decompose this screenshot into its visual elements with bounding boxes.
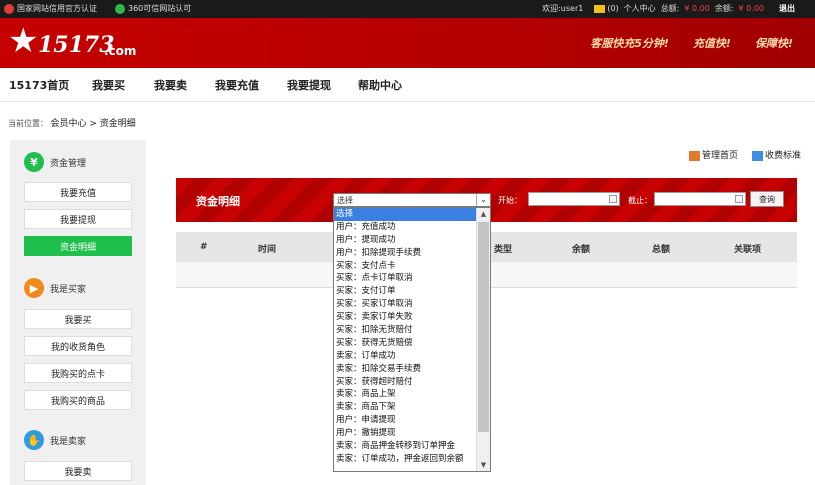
nav-buy[interactable]: 我要买 [92, 77, 125, 93]
dropdown-option[interactable]: 卖家：商品押金转移到订单押金 [334, 440, 476, 453]
scroll-down-icon[interactable]: ▼ [477, 459, 490, 471]
handshake-icon: ✋ [24, 430, 44, 450]
mail-icon [594, 4, 606, 13]
sidebar-item-receive-role[interactable]: 我的收货角色 [24, 336, 132, 356]
dropdown-option[interactable]: 卖家：订单成功，押金返回到余额 [334, 453, 476, 466]
header-slogans: 客服快充5分钟! 充值快! 保障快! [590, 35, 793, 51]
welcome-user: 欢迎:user1 [542, 4, 584, 13]
sidebar-section-funds: ¥ 资金管理 [24, 152, 86, 172]
site-logo[interactable]: ★ 15173 .com [8, 22, 138, 64]
type-select-value: 选择 [337, 196, 353, 205]
trusted-site-badge[interactable]: 360可信网站认可 [115, 3, 191, 14]
dropdown-options: 选择 用户：充值成功 用户：提现成功 用户：扣除提现手续费 买家：支付点卡 买家：点卡订单… [334, 208, 476, 466]
dropdown-option[interactable]: 买家：获得超时赔付 [334, 376, 476, 389]
dropdown-option[interactable]: 卖家：扣除交易手续费 [334, 363, 476, 376]
calendar-icon[interactable] [609, 195, 617, 203]
nav-help[interactable]: 帮助中心 [358, 77, 402, 93]
chevron-down-icon[interactable]: ⌄ [476, 194, 490, 206]
breadcrumb: 当前位置： 会员中心 > 资金明细 [8, 116, 136, 129]
star-logo-icon: ★ [8, 21, 39, 61]
mail-link[interactable]: (0) [594, 4, 619, 13]
dropdown-option[interactable]: 用户：充值成功 [334, 221, 476, 234]
sidebar-item-withdraw[interactable]: 我要提现 [24, 209, 132, 229]
query-button[interactable]: 查询 [750, 191, 784, 207]
sidebar-item-sell[interactable]: 我要卖 [24, 461, 132, 481]
sidebar-item-recharge[interactable]: 我要充值 [24, 182, 132, 202]
dropdown-option[interactable]: 用户：提现成功 [334, 234, 476, 247]
type-dropdown-list: 选择 用户：充值成功 用户：提现成功 用户：扣除提现手续费 买家：支付点卡 买家：点卡订单… [333, 207, 491, 472]
dropdown-option[interactable]: 用户：扣除提现手续费 [334, 247, 476, 260]
nav-sell[interactable]: 我要卖 [154, 77, 187, 93]
col-related: 关联项 [734, 245, 762, 255]
personal-center-link[interactable]: 个人中心 [624, 3, 656, 14]
nav-withdraw[interactable]: 我要提现 [287, 77, 331, 93]
sidebar-section-buyer: ▶ 我是买家 [24, 278, 86, 298]
total-label: 总额: [660, 4, 680, 13]
col-balance: 余额 [572, 245, 591, 255]
sidebar-item-bought-goods[interactable]: 我购买的商品 [24, 390, 132, 410]
total-value: ¥ 0.00 [684, 4, 710, 13]
dropdown-option[interactable]: 卖家：订单成功 [334, 350, 476, 363]
sidebar: ¥ 资金管理 我要充值 我要提现 资金明细 ▶ 我是买家 我要买 我的收货角色 … [10, 140, 146, 485]
col-type: 类型 [494, 245, 513, 255]
check-icon [115, 3, 125, 14]
dropdown-option[interactable]: 用户：申请提现 [334, 414, 476, 427]
main-nav: 15173首页 我要买 我要卖 我要充值 我要提现 帮助中心 [0, 68, 815, 102]
sidebar-section-seller: ✋ 我是卖家 [24, 430, 86, 450]
credit-cert-badge[interactable]: 国家网站信用官方认证 [4, 3, 97, 14]
home-icon [688, 150, 700, 161]
dropdown-option[interactable]: 买家：获得无货赔偿 [334, 337, 476, 350]
fee-standard-link[interactable]: 收费标准 [751, 148, 801, 161]
slogan: 客服快充5分钟! [590, 37, 669, 50]
dropdown-option[interactable]: 选择 [334, 208, 476, 221]
document-icon [751, 150, 763, 161]
nav-home[interactable]: 15173首页 [9, 77, 69, 93]
slogan: 充值快! [692, 37, 731, 50]
calendar-icon[interactable] [735, 195, 743, 203]
dropdown-option[interactable]: 买家：卖家订单失败 [334, 311, 476, 324]
breadcrumb-path[interactable]: 会员中心 > 资金明细 [51, 119, 136, 129]
section-title: 我是买家 [50, 284, 87, 295]
logo-domain: .com [104, 44, 137, 58]
dropdown-scrollbar[interactable]: ▲ ▼ [476, 208, 490, 471]
yen-icon: ¥ [24, 152, 44, 172]
balance-label: 余额: [714, 4, 734, 13]
col-total: 总额 [652, 245, 671, 255]
sidebar-item-bought-cards[interactable]: 我购买的点卡 [24, 363, 132, 383]
scroll-thumb[interactable] [478, 222, 489, 432]
slogan: 保障快! [754, 37, 793, 50]
start-date-input[interactable] [528, 192, 620, 206]
dropdown-option[interactable]: 卖家：商品上架 [334, 388, 476, 401]
dropdown-option[interactable]: 买家：点卡订单取消 [334, 272, 476, 285]
top-status-bar: 国家网站信用官方认证 360可信网站认可 欢迎:user1 (0) 个人中心 总… [0, 0, 815, 18]
nav-recharge[interactable]: 我要充值 [215, 77, 259, 93]
end-label: 截止： [628, 196, 652, 205]
play-icon: ▶ [24, 278, 44, 298]
dropdown-option[interactable]: 买家：扣除无货赔付 [334, 324, 476, 337]
type-select[interactable]: 选择 ⌄ [333, 193, 491, 207]
shield-icon [4, 3, 14, 14]
panel-links: 管理首页 收费标准 [688, 148, 801, 161]
col-index: # [200, 242, 208, 252]
scroll-up-icon[interactable]: ▲ [477, 208, 490, 220]
section-title: 资金管理 [50, 158, 87, 169]
dropdown-option[interactable]: 买家：支付点卡 [334, 260, 476, 273]
logout-link[interactable]: 退出 [779, 3, 795, 14]
dropdown-option[interactable]: 买家：支付订单 [334, 285, 476, 298]
balance-value: ¥ 0.00 [738, 4, 764, 13]
dropdown-option[interactable]: 买家：买家订单取消 [334, 298, 476, 311]
sidebar-item-buy[interactable]: 我要买 [24, 309, 132, 329]
dropdown-option[interactable]: 卖家：商品下架 [334, 401, 476, 414]
panel-title: 资金明细 [196, 195, 240, 208]
start-label: 开始： [498, 196, 522, 205]
col-time: 时间 [258, 245, 277, 255]
manage-home-link[interactable]: 管理首页 [688, 148, 738, 161]
sidebar-item-fund-detail[interactable]: 资金明细 [24, 236, 132, 256]
breadcrumb-prefix: 当前位置： [8, 119, 48, 128]
site-header: ★ 15173 .com 客服快充5分钟! 充值快! 保障快! [0, 18, 815, 68]
end-date-input[interactable] [654, 192, 746, 206]
dropdown-option[interactable]: 用户：撤销提现 [334, 427, 476, 440]
section-title: 我是卖家 [50, 436, 87, 447]
